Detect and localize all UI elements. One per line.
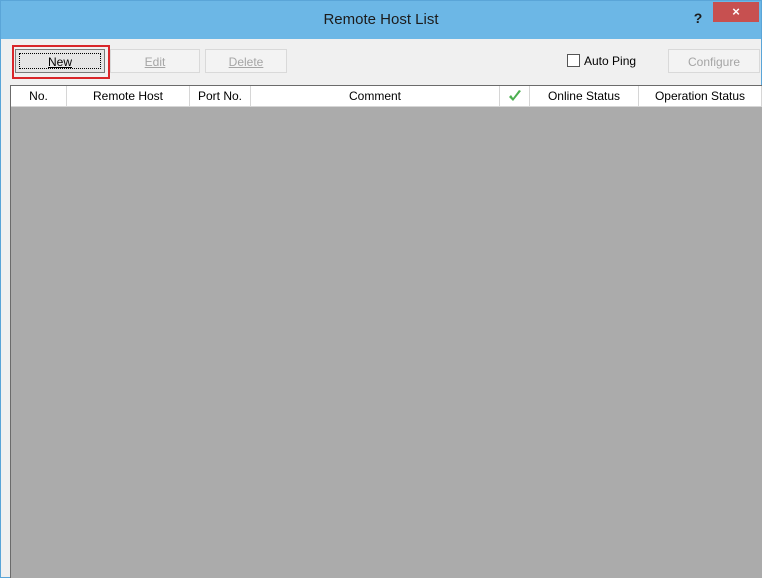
title-bar: Remote Host List ? ×: [1, 1, 761, 39]
remote-host-table[interactable]: No. Remote Host Port No. Comment Online …: [10, 85, 762, 578]
column-header-operation-status[interactable]: Operation Status: [639, 86, 762, 106]
delete-button[interactable]: Delete: [205, 49, 287, 73]
auto-ping-checkbox[interactable]: Auto Ping: [567, 52, 636, 70]
column-header-port-no[interactable]: Port No.: [190, 86, 251, 106]
close-button[interactable]: ×: [713, 2, 759, 22]
focus-ring: [19, 53, 101, 69]
help-button[interactable]: ?: [685, 7, 711, 31]
configure-button-label: Configure: [687, 55, 741, 69]
remote-host-list-window: Remote Host List ? × New Edit Delete Con…: [0, 0, 762, 578]
column-header-remote-host[interactable]: Remote Host: [67, 86, 190, 106]
toolbar: New Edit Delete Configure: [1, 39, 761, 85]
column-header-no[interactable]: No.: [11, 86, 67, 106]
column-header-check[interactable]: [500, 86, 530, 106]
column-header-comment[interactable]: Comment: [251, 86, 500, 106]
auto-ping-checkbox-box[interactable]: [567, 54, 580, 68]
window-title: Remote Host List: [323, 11, 439, 28]
column-header-online-status[interactable]: Online Status: [530, 86, 639, 106]
edit-button-label: Edit: [144, 55, 166, 69]
table-header-row: No. Remote Host Port No. Comment Online …: [11, 86, 762, 107]
edit-button[interactable]: Edit: [110, 49, 200, 73]
close-icon: ×: [732, 4, 740, 19]
auto-ping-label: Auto Ping: [584, 54, 637, 68]
new-button[interactable]: New: [15, 49, 105, 73]
configure-button[interactable]: Configure: [668, 49, 760, 73]
delete-button-label: Delete: [228, 55, 264, 69]
check-icon: [508, 90, 521, 101]
